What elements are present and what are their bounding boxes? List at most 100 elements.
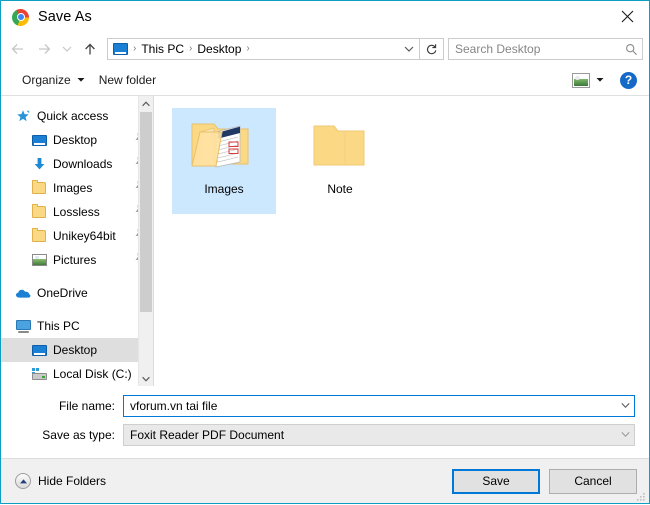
back-button[interactable] <box>5 36 31 62</box>
filename-row: File name: vforum.vn tai file <box>15 394 635 417</box>
forward-button[interactable] <box>31 36 57 62</box>
local-disk-icon <box>31 366 47 382</box>
save-button[interactable]: Save <box>452 468 540 494</box>
chevron-up-icon <box>142 100 150 106</box>
sidebar-item-onedrive[interactable]: OneDrive <box>1 281 153 305</box>
sidebar-item-quick-access[interactable]: Quick access <box>1 104 153 128</box>
address-dropdown-button[interactable] <box>399 39 419 59</box>
sidebar-item-desktop-quick[interactable]: Desktop <box>1 128 153 152</box>
chrome-icon <box>12 8 29 26</box>
refresh-icon <box>427 43 437 54</box>
up-button[interactable] <box>77 36 103 62</box>
resize-grip[interactable] <box>636 491 646 501</box>
help-button[interactable]: ? <box>620 71 637 89</box>
folder-icon <box>31 228 47 244</box>
chevron-down-icon <box>621 432 630 437</box>
back-arrow-icon <box>11 44 23 54</box>
file-grid: Images Note <box>154 96 649 214</box>
file-list-pane[interactable]: Images Note <box>154 96 649 386</box>
downloads-arrow-icon <box>31 156 47 172</box>
save-form: File name: vforum.vn tai file Save as ty… <box>1 386 649 458</box>
sidebar-item-label: Quick access <box>37 109 109 123</box>
window-title: Save As <box>38 9 92 25</box>
filetype-value: Foxit Reader PDF Document <box>130 427 285 442</box>
sidebar-item-label: OneDrive <box>37 286 88 300</box>
sidebar-item-images[interactable]: Images <box>1 176 153 200</box>
address-bar[interactable]: › This PC › Desktop › <box>107 38 444 60</box>
scroll-up-button[interactable] <box>139 96 153 111</box>
this-pc-icon <box>15 318 31 334</box>
up-arrow-icon <box>85 42 95 54</box>
chevron-down-icon <box>62 46 72 52</box>
chevron-down-icon <box>142 376 150 382</box>
breadcrumb-separator: › <box>133 43 137 54</box>
search-box[interactable]: Search Desktop <box>448 38 643 60</box>
sidebar-item-label: Images <box>53 181 93 195</box>
organize-label: Organize <box>22 73 71 87</box>
sidebar-item-this-pc[interactable]: This PC <box>1 314 153 338</box>
hide-folders-label: Hide Folders <box>38 474 107 488</box>
sidebar-item-label: Desktop <box>53 133 98 147</box>
save-as-dialog: Save As › This PC › Desktop › Search Des… <box>0 0 650 504</box>
monitor-icon <box>31 132 47 148</box>
folder-icon <box>31 204 47 220</box>
forward-arrow-icon <box>39 44 51 54</box>
scroll-down-button[interactable] <box>139 371 153 386</box>
view-options-button[interactable] <box>590 77 610 83</box>
new-folder-button[interactable]: New folder <box>92 69 163 91</box>
sidebar-item-pictures[interactable]: Pictures <box>1 248 153 272</box>
filetype-dropdown-button[interactable] <box>617 431 634 438</box>
scrollbar-thumb[interactable] <box>140 112 152 312</box>
dialog-body: Quick access Desktop Downloads Images Lo… <box>1 96 649 386</box>
open-folder-with-document-thumbnail-icon <box>188 114 260 178</box>
dialog-footer: Hide Folders Save Cancel <box>1 458 649 503</box>
navigation-bar: › This PC › Desktop › Search Desktop <box>1 33 649 65</box>
folder-icon <box>31 180 47 196</box>
folder-tree: Quick access Desktop Downloads Images Lo… <box>1 96 153 386</box>
sidebar-item-label: Pictures <box>53 253 97 267</box>
filename-dropdown-button[interactable] <box>617 402 634 409</box>
sidebar-item-label: Desktop <box>53 343 98 357</box>
sidebar-item-downloads[interactable]: Downloads <box>1 152 153 176</box>
breadcrumb-separator: › <box>189 43 193 54</box>
filename-input[interactable]: vforum.vn tai file <box>123 394 635 417</box>
sidebar-item-local-disk-c[interactable]: Local Disk (C:) <box>1 362 153 386</box>
breadcrumb-item-this-pc[interactable]: This PC <box>139 42 186 56</box>
refresh-button[interactable] <box>419 38 443 60</box>
cancel-button[interactable]: Cancel <box>549 468 637 494</box>
search-icon <box>620 43 642 56</box>
file-item-images[interactable]: Images <box>172 108 276 214</box>
sidebar-item-label: This PC <box>37 319 80 333</box>
sidebar-scrollbar[interactable] <box>138 96 153 386</box>
command-bar: Organize New folder ? <box>1 65 649 96</box>
organize-button[interactable]: Organize <box>15 69 92 91</box>
change-view-icon[interactable] <box>572 72 590 88</box>
file-item-label: Note <box>327 182 353 196</box>
sidebar-item-lossless[interactable]: Lossless <box>1 200 153 224</box>
chevron-down-icon <box>77 77 85 83</box>
title-bar: Save As <box>1 1 649 33</box>
filename-value[interactable]: vforum.vn tai file <box>124 399 617 413</box>
breadcrumb[interactable]: › This PC › Desktop › <box>108 39 399 59</box>
filetype-select[interactable]: Foxit Reader PDF Document <box>123 423 635 446</box>
filetype-label: Save as type: <box>42 427 115 442</box>
breadcrumb-item-desktop[interactable]: Desktop <box>195 42 243 56</box>
chevron-down-icon <box>404 46 414 52</box>
filetype-row: Save as type: Foxit Reader PDF Document <box>15 423 635 446</box>
sidebar-item-unikey64bit[interactable]: Unikey64bit <box>1 224 153 248</box>
pictures-icon <box>31 252 47 268</box>
collapse-up-icon <box>15 473 31 489</box>
new-folder-label: New folder <box>98 73 157 87</box>
file-item-note[interactable]: Note <box>288 108 392 214</box>
sidebar-item-desktop[interactable]: Desktop <box>1 338 153 362</box>
sidebar-item-label: Lossless <box>53 205 100 219</box>
chevron-down-icon <box>621 403 630 408</box>
closed-folder-icon <box>304 114 376 178</box>
this-pc-monitor-icon <box>113 43 128 55</box>
hide-folders-button[interactable]: Hide Folders <box>15 473 106 489</box>
search-input[interactable]: Search Desktop <box>449 42 620 56</box>
onedrive-cloud-icon <box>15 285 31 301</box>
recent-locations-button[interactable] <box>57 36 77 62</box>
close-button[interactable] <box>605 1 649 32</box>
